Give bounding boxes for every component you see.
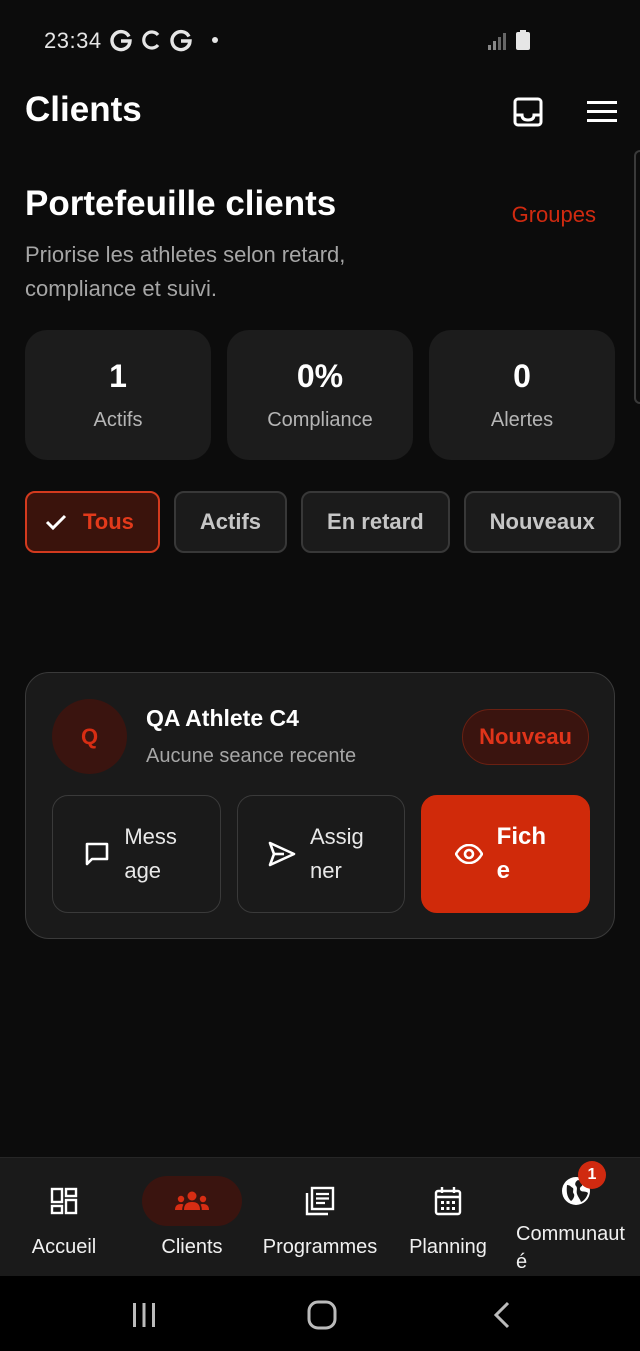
back-button[interactable] [482, 1298, 522, 1332]
nav-icon-container: 1 [526, 1161, 626, 1216]
client-actions: Message Assigner Fiche [52, 795, 591, 913]
recent-apps-icon [133, 1303, 155, 1327]
stat-value: 0 [513, 358, 531, 394]
nav-icon-container [398, 1176, 498, 1226]
assign-button[interactable]: Assigner [236, 795, 406, 913]
section-subtitle: Priorise les athletes selon retard, comp… [25, 242, 346, 301]
groups-link[interactable]: Groupes [512, 202, 596, 228]
profile-button[interactable]: Fiche [421, 795, 591, 913]
filter-chip-label: Nouveaux [489, 509, 595, 534]
nav-label: Planning [409, 1236, 487, 1258]
filter-chip-label: Tous [83, 509, 134, 534]
menu-button[interactable] [582, 92, 622, 132]
filter-chip-label: Actifs [199, 509, 262, 534]
back-icon [493, 1301, 510, 1329]
calendar-icon [434, 1187, 462, 1216]
assign-label: Assigner [310, 824, 364, 883]
stat-label: Compliance [267, 409, 373, 431]
stats-row: 1 Actifs 0% Compliance 0 Alertes [25, 330, 615, 460]
nav-label: Programmes [262, 1236, 378, 1258]
client-last-session: Aucune seance recente [146, 745, 357, 767]
status-bar: 23:34 [0, 0, 640, 80]
google-g-icon [170, 29, 192, 52]
check-icon [45, 514, 67, 531]
client-name: QA Athlete C4 [146, 705, 299, 731]
nav-item-programs[interactable]: Programmes [256, 1158, 384, 1277]
eye-icon [454, 844, 483, 864]
profile-label: Fiche [496, 823, 547, 884]
stat-card-active: 1 Actifs [25, 330, 211, 460]
message-label: Message [124, 824, 177, 883]
scroll-indicator [634, 150, 640, 404]
section-title: Portefeuille clients [25, 184, 337, 223]
home-button[interactable] [302, 1298, 342, 1332]
nav-icon-container [14, 1176, 114, 1226]
stat-value: 0% [296, 358, 344, 394]
inbox-icon [513, 97, 543, 127]
inbox-button[interactable] [508, 92, 548, 132]
dashboard-icon [50, 1187, 78, 1215]
chat-icon [86, 842, 109, 866]
home-icon [307, 1300, 337, 1330]
nav-item-home[interactable]: Accueil [0, 1158, 128, 1277]
status-system-icons [488, 30, 530, 50]
sync-icon [142, 30, 160, 50]
notification-dot-icon [212, 37, 218, 43]
app-bar: Clients [0, 80, 640, 144]
notification-badge: 1 [578, 1161, 606, 1189]
groups-icon [175, 1191, 209, 1210]
message-button[interactable]: Message [52, 795, 221, 913]
nav-item-clients[interactable]: Clients [128, 1158, 256, 1277]
page-title: Clients [25, 90, 142, 129]
signal-icon [488, 33, 506, 50]
stat-value: 1 [109, 358, 127, 394]
nav-label: Accueil [31, 1236, 97, 1258]
send-icon [268, 841, 296, 867]
battery-icon [516, 30, 530, 50]
nav-label: Communauté [516, 1223, 625, 1273]
library-icon [305, 1186, 335, 1216]
filter-chip-new[interactable]: Nouveaux [463, 491, 621, 553]
status-notification-icons [110, 28, 218, 52]
nav-icon-container [270, 1176, 370, 1226]
menu-icon [587, 101, 617, 122]
system-nav-bar [0, 1276, 640, 1351]
nav-item-planning[interactable]: Planning [384, 1158, 512, 1277]
bottom-nav: Accueil Clients Programmes Planning 1 Co… [0, 1157, 640, 1276]
filter-chips: Tous Actifs En retard Nouveaux [25, 491, 625, 553]
filter-chip-late[interactable]: En retard [301, 491, 450, 553]
avatar: Q [52, 699, 127, 774]
stat-label: Actifs [93, 409, 143, 431]
google-g-icon [110, 29, 132, 52]
nav-item-community[interactable]: 1 Communauté [512, 1158, 640, 1277]
nav-label: Clients [161, 1236, 223, 1258]
client-card[interactable]: Q QA Athlete C4 Aucune seance recente No… [25, 672, 615, 939]
stat-card-compliance: 0% Compliance [227, 330, 413, 460]
recent-apps-button[interactable] [124, 1298, 164, 1332]
nav-icon-container [142, 1176, 242, 1226]
status-badge: Nouveau [462, 709, 589, 765]
stat-card-alerts: 0 Alertes [429, 330, 615, 460]
filter-chip-all[interactable]: Tous [25, 491, 160, 553]
filter-chip-active[interactable]: Actifs [173, 491, 288, 553]
status-time: 23:34 [44, 28, 102, 53]
stat-label: Alertes [490, 409, 554, 431]
filter-chip-label: En retard [327, 509, 424, 534]
